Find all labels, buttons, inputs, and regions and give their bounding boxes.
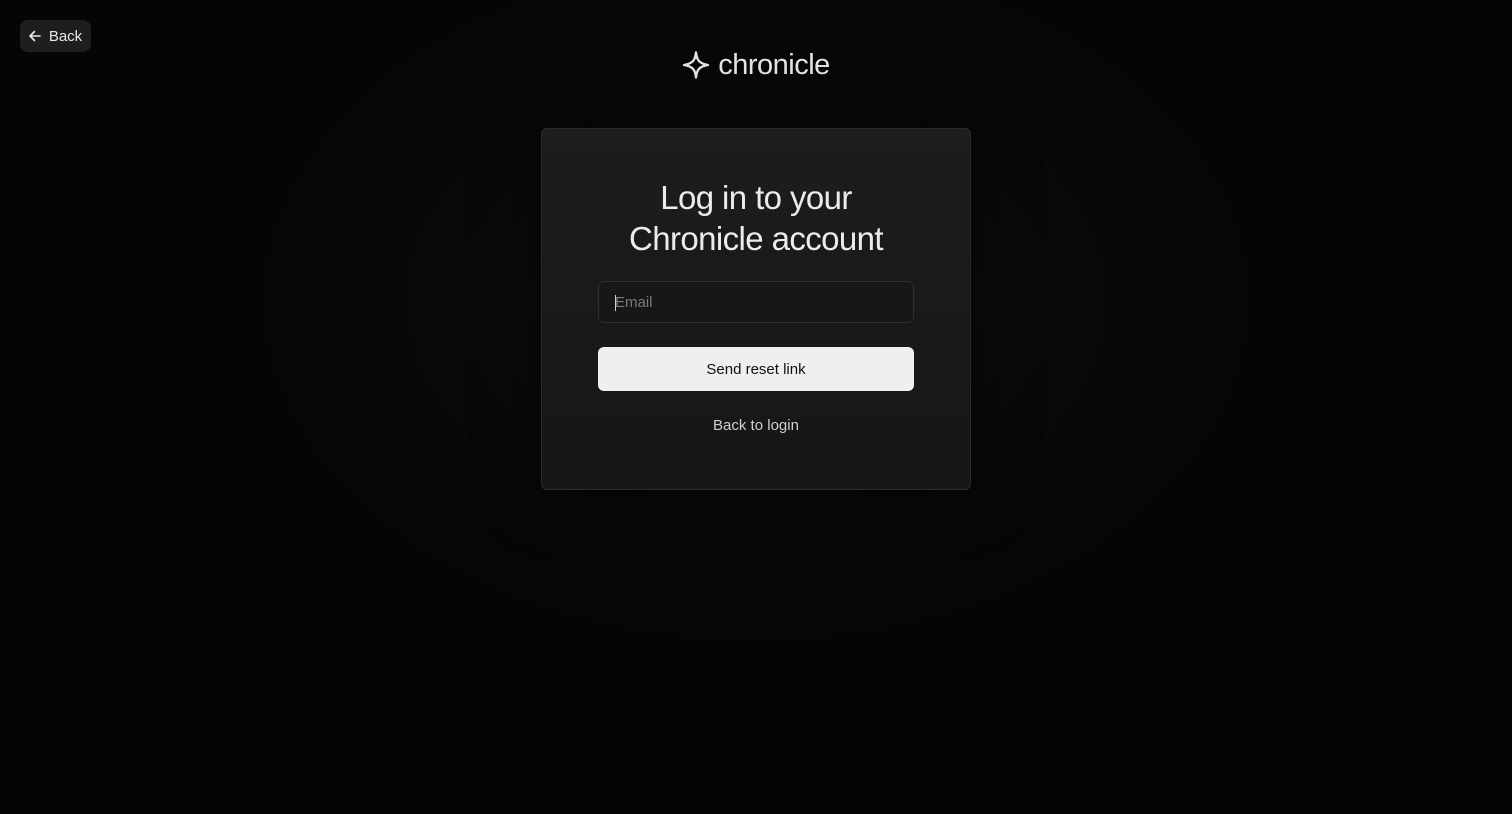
page-title: Log in to your Chronicle account: [542, 177, 970, 259]
page: Back chronicle Log in to your Chronicle …: [0, 0, 1512, 814]
brand-logo: chronicle: [0, 48, 1512, 82]
page-title-line2: Chronicle account: [629, 220, 884, 257]
login-card: Log in to your Chronicle account Send re…: [541, 128, 971, 490]
text-caret: [615, 295, 616, 311]
back-to-login-link[interactable]: Back to login: [542, 417, 970, 434]
back-button-label: Back: [48, 27, 83, 45]
arrow-left-icon: [27, 28, 43, 44]
sparkle-icon: [682, 51, 710, 79]
page-title-line1: Log in to your: [660, 179, 852, 216]
email-field[interactable]: [598, 281, 914, 323]
send-reset-link-button[interactable]: Send reset link: [598, 347, 914, 391]
brand-name: chronicle: [718, 49, 830, 81]
